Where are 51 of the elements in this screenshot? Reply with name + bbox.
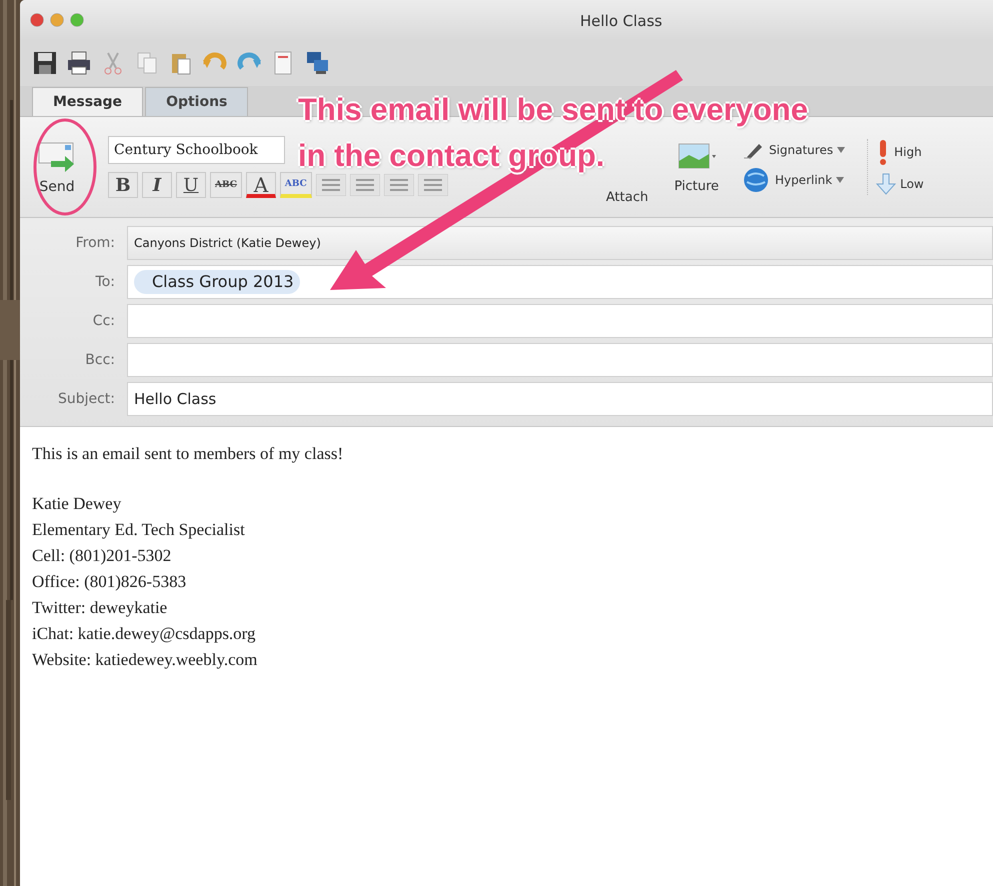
field-label: Subject:: [56, 391, 115, 407]
save-icon[interactable]: [32, 50, 58, 76]
font-color-button[interactable]: A: [246, 172, 276, 198]
strikethrough-button[interactable]: ABC: [210, 172, 242, 198]
recipients-field[interactable]: Class Group 2013: [127, 265, 993, 299]
body-text: Website: katiedewey.weebly.com: [32, 649, 258, 671]
zoom-icon[interactable]: [70, 13, 84, 27]
field-label: From:: [74, 235, 115, 251]
hyperlink-button[interactable]: Hyperlink: [742, 167, 846, 193]
attach-button[interactable]: Attach: [604, 188, 650, 207]
input-field[interactable]: [127, 304, 993, 338]
signatures-button[interactable]: Signatures: [742, 141, 846, 159]
picture-button[interactable]: Picture: [672, 138, 721, 196]
printer-icon[interactable]: [66, 50, 92, 76]
field-label: Bcc:: [84, 352, 115, 368]
low-priority-button[interactable]: Low: [876, 173, 924, 195]
input-field[interactable]: [127, 343, 993, 377]
high-priority-button[interactable]: High: [876, 139, 924, 165]
bold-button[interactable]: B: [108, 172, 138, 198]
field-label: Cc:: [92, 313, 115, 329]
justify-icon[interactable]: [418, 174, 448, 196]
window-title: Hello Class: [580, 12, 662, 30]
close-icon[interactable]: [30, 13, 44, 27]
field-label: To:: [94, 274, 115, 290]
caret-icon: [837, 147, 846, 153]
italic-button[interactable]: I: [142, 172, 172, 198]
from-dropdown[interactable]: Canyons District (Katie Dewey): [127, 226, 993, 260]
minimize-icon[interactable]: [50, 13, 64, 27]
align-left-icon[interactable]: [316, 174, 346, 196]
send-button[interactable]: Send: [28, 135, 86, 199]
tab[interactable]: Options: [145, 87, 248, 116]
highlight-button[interactable]: ABC: [280, 172, 312, 198]
caret-icon: [836, 177, 844, 183]
globe-icon: [742, 167, 771, 193]
down-arrow-icon: [876, 173, 896, 195]
body-text: Office: (801)826-5383: [32, 571, 188, 593]
align-center-icon[interactable]: [350, 174, 380, 196]
tab[interactable]: Message: [32, 87, 144, 116]
align-right-icon[interactable]: [384, 174, 414, 196]
body-text: Twitter: deweykatie: [32, 597, 168, 619]
body-text: iChat: katie.dewey@csdapps.org: [32, 623, 257, 645]
pen-icon: [742, 141, 765, 159]
input-field[interactable]: Hello Class: [127, 382, 993, 416]
computers-icon[interactable]: [304, 50, 330, 76]
body-text: Cell: (801)201-5302: [32, 545, 172, 567]
body-text: Elementary Ed. Tech Specialist: [32, 519, 246, 541]
underline-button[interactable]: U: [176, 172, 206, 198]
font-name-field[interactable]: Century Schoolbook: [108, 136, 285, 164]
body-text: This is an email sent to members of my class!: [32, 443, 344, 465]
recipient-token[interactable]: Class Group 2013: [134, 270, 300, 294]
body-text: Katie Dewey: [32, 493, 122, 515]
